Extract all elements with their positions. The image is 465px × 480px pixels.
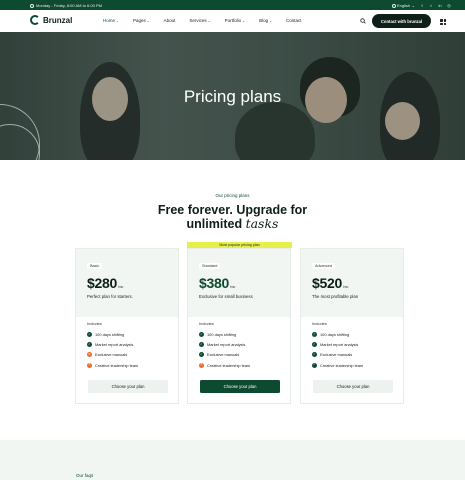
plan-description: Exclusive for small business (199, 294, 253, 299)
linkedin-icon[interactable]: in (438, 3, 442, 8)
chevron-down-icon: ⌄ (146, 19, 150, 23)
includes-label: Includes (312, 321, 327, 326)
nav-item-contact[interactable]: Contact (286, 18, 302, 23)
pricing-card-advanced: Advanced $520/mo The most profitable pla… (300, 248, 404, 404)
feature-item: ✓ Market report analysis (312, 341, 359, 347)
check-icon: ✓ (312, 352, 317, 358)
check-icon: ✓ (312, 331, 317, 337)
feature-list: ✓ 100 days shifting ✓ Market report analys… (199, 329, 250, 370)
faq-eyebrow: Our faqs (76, 473, 94, 478)
facebook-icon[interactable]: f (420, 3, 424, 8)
nav-item-portfolio[interactable]: Portfolio⌄ (225, 18, 245, 23)
includes-label: Includes (87, 321, 102, 326)
includes-label: Includes (199, 321, 214, 326)
cross-icon: ✕ (87, 352, 92, 358)
pricing-title: Free forever. Upgrade for unlimited task… (0, 203, 465, 231)
feature-item: ✓ Creative leadership team (312, 362, 364, 368)
choose-plan-button[interactable]: Choose your plan (200, 380, 280, 393)
choose-plan-button[interactable]: Choose your plan (88, 380, 168, 393)
pricing-title-line2: unlimited tasks (186, 216, 279, 232)
nav-item-services[interactable]: Services⌄ (189, 18, 210, 23)
chevron-down-icon: ⌄ (242, 19, 246, 23)
check-icon: ✓ (87, 331, 92, 337)
language-label: English (397, 3, 411, 8)
check-icon: ✓ (199, 341, 204, 347)
chevron-down-icon: ⌄ (207, 19, 211, 23)
top-bar: Monday - Friday, 8:00 AM to 6:00 PM Engl… (0, 0, 465, 10)
feature-item: ✕ Creative leadership team (199, 362, 251, 368)
nav-item-blog[interactable]: Blog⌄ (259, 18, 272, 23)
language-selector[interactable]: English ⌄ (391, 3, 415, 8)
nav-menu: Home⌄ Pages⌄ About Services⌄ Portfolio⌄ … (103, 18, 302, 23)
check-icon: ✓ (312, 362, 317, 368)
faq-section (0, 440, 465, 480)
feature-item: ✕ Exclusive manuals (87, 352, 128, 358)
menu-grid-icon[interactable] (440, 19, 446, 25)
plan-description: Perfect plan for starters. (87, 294, 133, 299)
feature-item: ✓ Exclusive manuals (312, 352, 353, 358)
plan-price: $380/mo (199, 275, 236, 291)
plan-tag: Advanced (312, 263, 335, 269)
clock-icon (30, 3, 34, 8)
nav-item-home[interactable]: Home⌄ (103, 18, 119, 23)
page-title: Pricing plans (183, 87, 282, 106)
nav-item-pages[interactable]: Pages⌄ (133, 18, 150, 23)
feature-item: ✓ 100 days shifting (87, 331, 125, 337)
hero-banner: Pricing plans (0, 32, 465, 160)
business-hours: Monday - Friday, 8:00 AM to 6:00 PM (36, 3, 102, 8)
feature-item: ✕ Creative leadership team (87, 362, 139, 368)
contact-button[interactable]: Contact with brunzal (372, 14, 431, 28)
feature-item: ✓ Market report analysis (87, 341, 134, 347)
feature-list: ✓ 100 days shifting ✓ Market report analys… (87, 329, 138, 370)
check-icon: ✓ (312, 341, 317, 347)
globe-icon (391, 3, 396, 8)
nav-item-about[interactable]: About (164, 18, 176, 23)
plan-price: $280/mo (87, 275, 124, 291)
choose-plan-button[interactable]: Choose your plan (313, 380, 393, 393)
feature-item: ✓ Exclusive manuals (199, 352, 240, 358)
plan-tag: Basic (87, 263, 103, 269)
check-icon: ✓ (87, 341, 92, 347)
plan-tag: Standard (199, 263, 221, 269)
feature-item: ✓ 100 days shifting (199, 331, 237, 337)
logo-mark-icon (30, 15, 40, 25)
pricing-title-line1: Free forever. Upgrade for (157, 203, 308, 217)
pricing-card-standard: Standard $380/mo Exclusive for small bus… (187, 248, 291, 404)
chevron-down-icon: ⌄ (116, 19, 119, 23)
check-icon: ✓ (199, 331, 204, 337)
cross-icon: ✕ (199, 362, 204, 368)
twitter-icon[interactable]: t (429, 3, 433, 8)
plan-description: The most profitable plan (312, 294, 359, 299)
chevron-down-icon: ⌄ (411, 3, 415, 8)
cross-icon: ✕ (87, 362, 92, 368)
logo[interactable]: Brunzal (30, 15, 72, 25)
logo-text: Brunzal (43, 15, 73, 25)
search-icon[interactable] (360, 18, 366, 24)
chevron-down-icon: ⌄ (269, 19, 273, 23)
plan-price: $520/mo (312, 275, 349, 291)
feature-item: ✓ 100 days shifting (312, 331, 350, 337)
feature-list: ✓ 100 days shifting ✓ Market report analys… (312, 329, 363, 370)
instagram-icon[interactable]: ◎ (447, 3, 451, 8)
check-icon: ✓ (199, 352, 204, 358)
pricing-card-basic: Basic $280/mo Perfect plan for starters.… (75, 248, 179, 404)
main-navigation: Brunzal Home⌄ Pages⌄ About Services⌄ Por… (0, 10, 465, 32)
pricing-title-emphasis: tasks (245, 216, 279, 231)
feature-item: ✓ Market report analysis (199, 341, 246, 347)
pricing-eyebrow: Our pricing plans (215, 193, 250, 198)
